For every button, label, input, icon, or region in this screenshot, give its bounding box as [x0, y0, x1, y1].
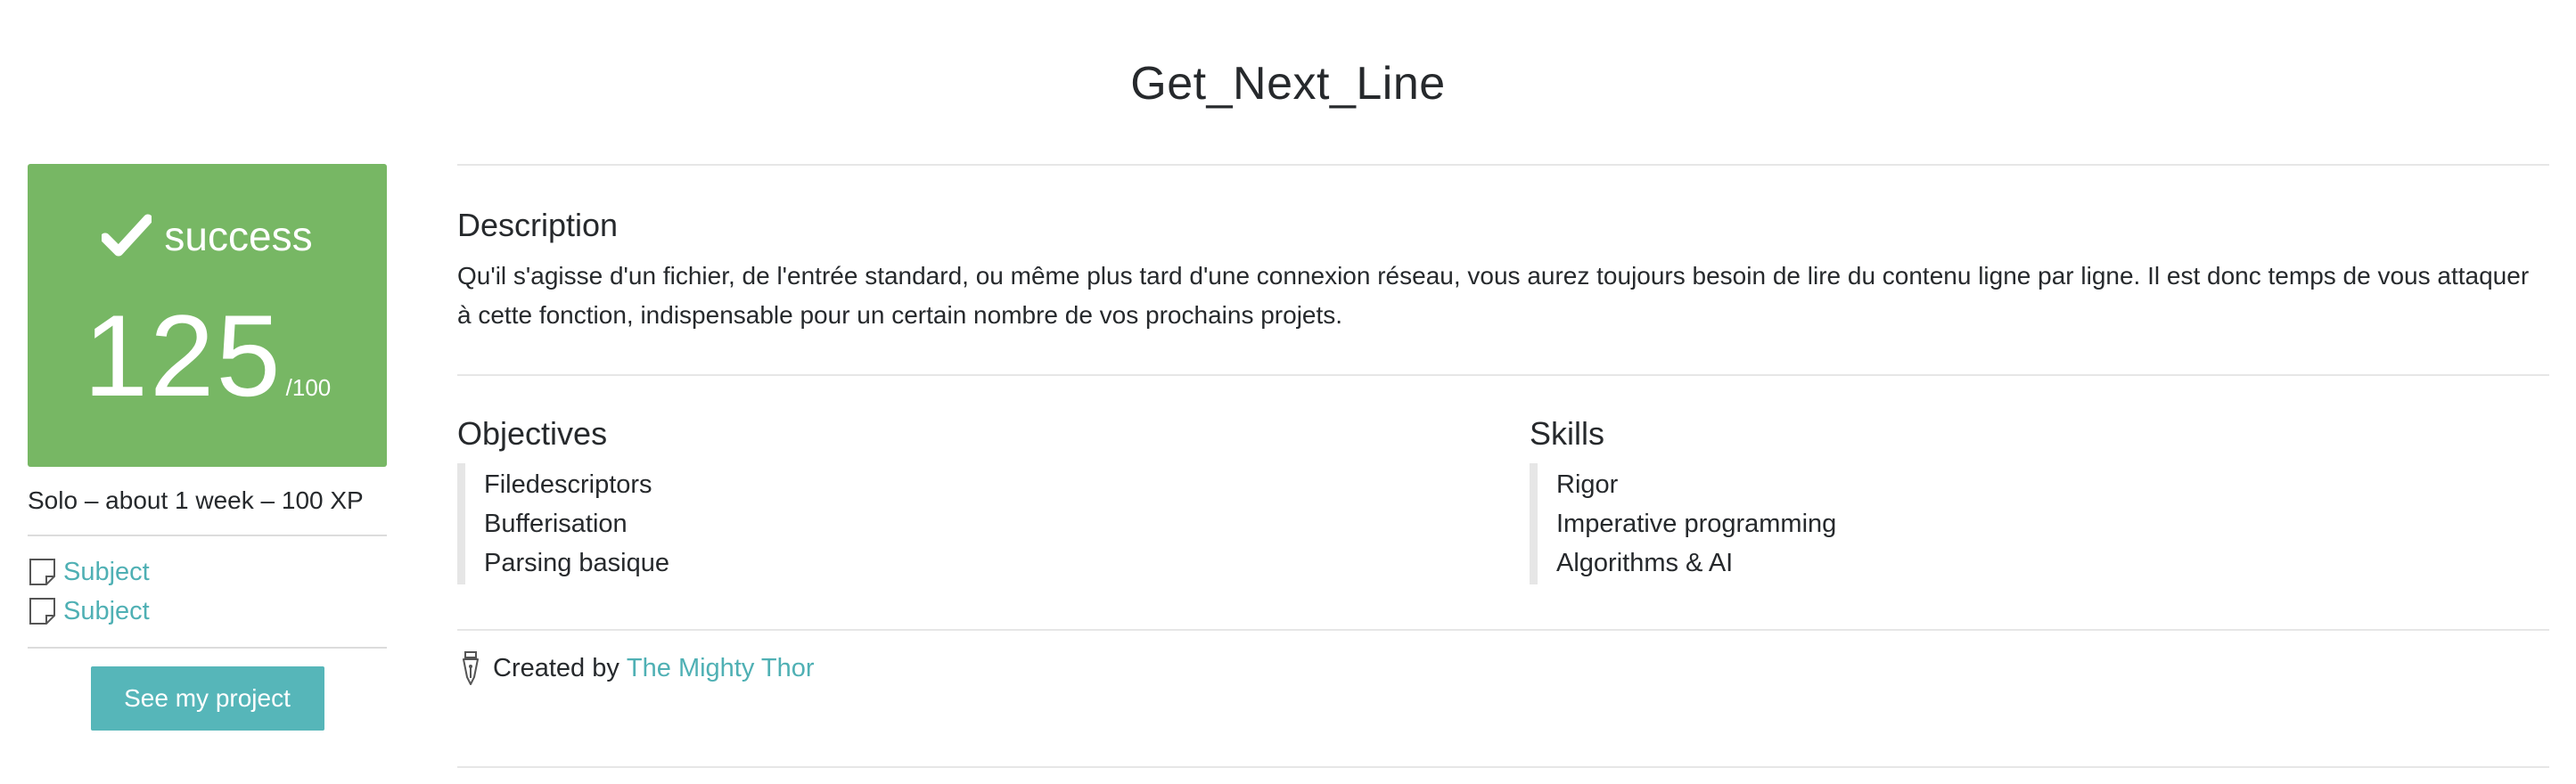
max-mark: /100 [285, 374, 332, 401]
skills-section: Skills Rigor Imperative programming Algo… [1530, 415, 1836, 599]
creator-link[interactable]: The Mighty Thor [627, 654, 815, 683]
divider [457, 164, 2549, 166]
project-page: Get_Next_Line success 125/100 Solo – abo… [0, 0, 2576, 784]
sidebar: success 125/100 Solo – about 1 week – 10… [28, 164, 387, 784]
skills-list: Rigor Imperative programming Algorithms … [1530, 463, 1836, 584]
skills-heading: Skills [1530, 415, 1605, 452]
see-project-page-button[interactable]: See my project page [90, 666, 324, 776]
objectives-skills: Objectives Filedescriptors Bufferisation… [457, 376, 2549, 629]
objectives-heading: Objectives [457, 415, 608, 452]
final-mark: 125 [83, 290, 283, 421]
pen-nib-icon [457, 650, 484, 686]
description-text: Qu'il s'agisse d'un fichier, de l'entrée… [457, 262, 2530, 329]
status-label: success [164, 213, 313, 259]
description-heading: Description [457, 207, 619, 243]
skill-item: Algorithms & AI [1556, 549, 1734, 577]
objectives-section: Objectives Filedescriptors Bufferisation… [457, 415, 669, 599]
objective-item: Parsing basique [484, 549, 669, 577]
checkmark-icon [100, 214, 153, 258]
subject-link[interactable]: Subject [63, 592, 150, 631]
score-row: 125/100 [28, 298, 387, 413]
objective-item: Filedescriptors [484, 470, 652, 499]
objective-item: Bufferisation [484, 510, 628, 538]
creator-row: Created by The Mighty Thor [457, 631, 2549, 706]
page-title: Get_Next_Line [1130, 58, 1446, 110]
document-icon [28, 557, 58, 587]
document-icon [28, 596, 58, 626]
subject-link[interactable]: Subject [63, 552, 150, 592]
skill-item: Rigor [1556, 470, 1619, 499]
project-meta: Solo – about 1 week – 100 XP [28, 486, 387, 536]
objectives-list: Filedescriptors Bufferisation Parsing ba… [457, 463, 669, 584]
result-card: success 125/100 [28, 164, 387, 467]
creator-prefix: Created by [493, 653, 619, 682]
attachments-list: Subject Subject [28, 536, 387, 649]
project-button-container: See my project page [28, 649, 387, 784]
skill-item: Imperative programming [1556, 510, 1837, 538]
attachment-item[interactable]: Subject [28, 592, 387, 631]
main-content: Description Qu'il s'agisse d'un fichier,… [457, 164, 2549, 768]
attachment-item[interactable]: Subject [28, 552, 387, 592]
divider [457, 766, 2549, 768]
status-row: success [28, 212, 387, 260]
